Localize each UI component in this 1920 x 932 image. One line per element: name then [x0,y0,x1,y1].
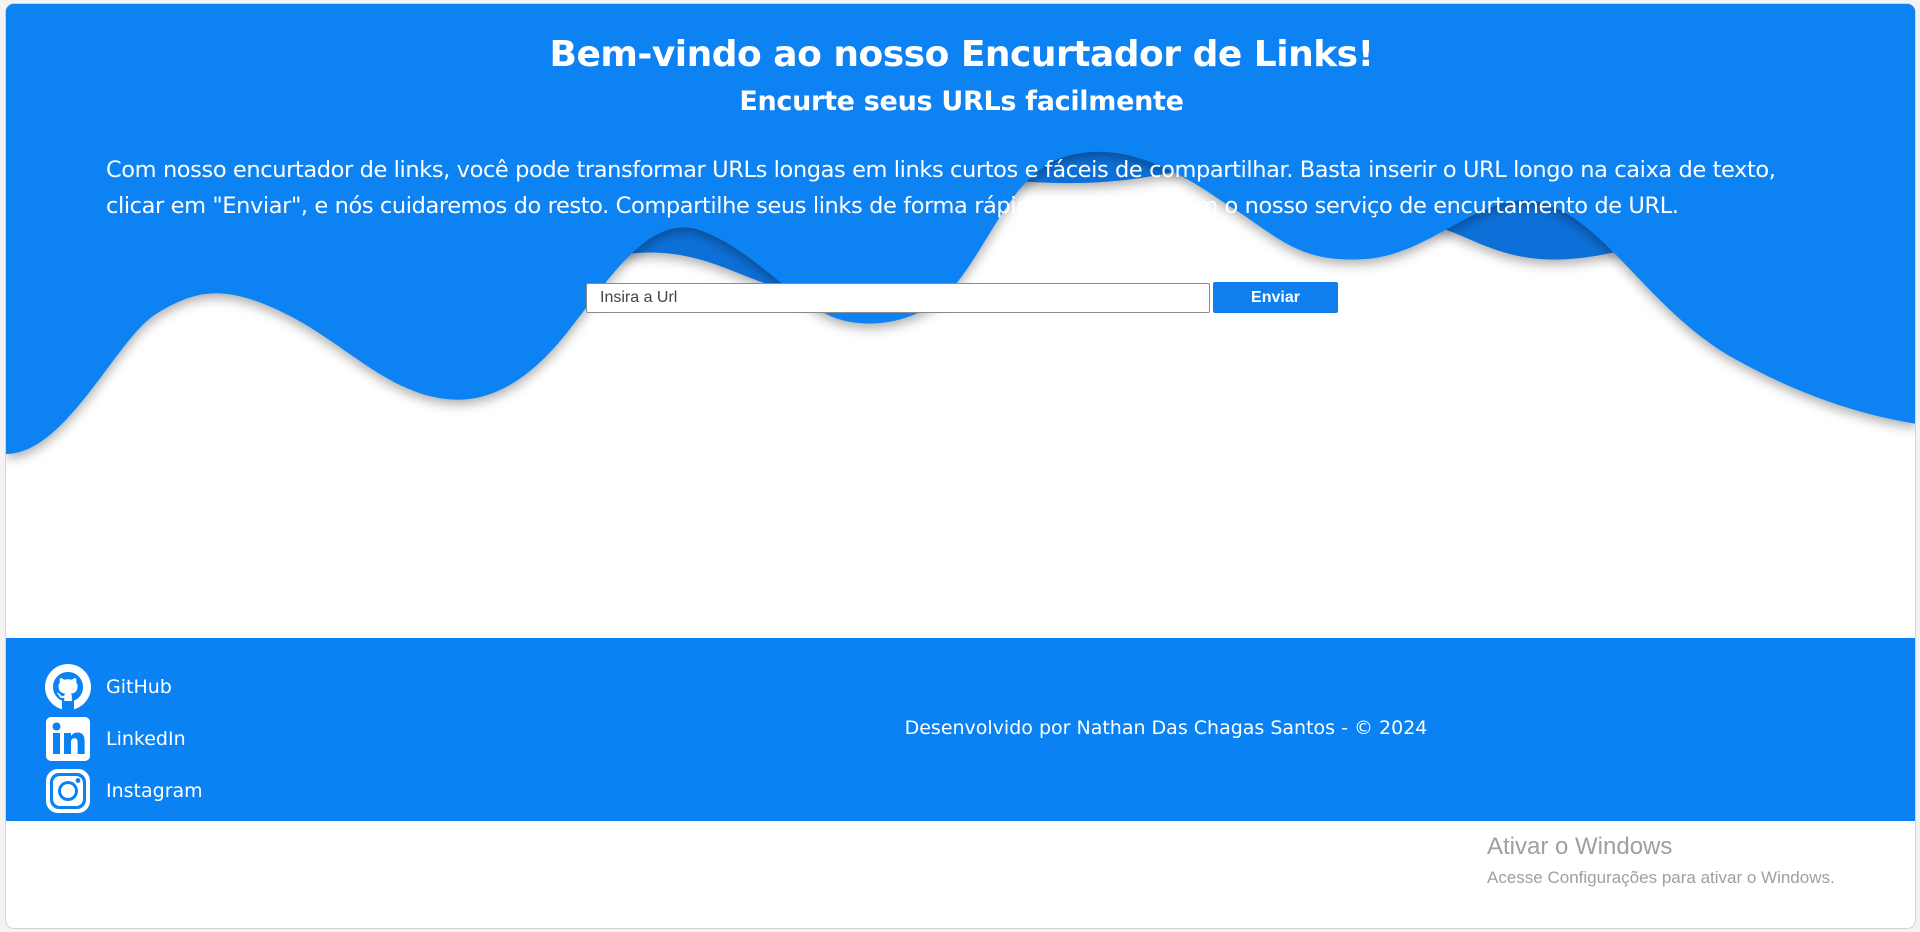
page-subtitle: Encurte seus URLs facilmente [739,86,1184,117]
hero-description: Com nosso encurtador de links, você pode… [106,157,1776,219]
credits-text: Desenvolvido por Nathan Das Chagas Santo… [904,717,1428,739]
instagram-icon [44,767,92,815]
github-label: GitHub [106,676,172,698]
windows-activation-watermark: Ativar o Windows Acesse Configurações pa… [1487,833,1835,888]
watermark-subtitle: Acesse Configurações para ativar o Windo… [1487,868,1835,887]
github-link[interactable]: GitHub [44,663,203,711]
browser-viewport: Bem-vindo ao nosso Encurtador de Links! … [5,3,1916,929]
footer-credits: Desenvolvido por Nathan Das Chagas Santo… [6,717,1915,739]
url-input[interactable] [586,282,1210,313]
send-button[interactable]: Enviar [1213,282,1338,313]
linkedin-icon [44,715,92,763]
social-links: GitHub LinkedIn Instagram [44,663,203,819]
hero-section: Bem-vindo ao nosso Encurtador de Links! … [6,4,1915,638]
watermark-title: Ativar o Windows [1487,833,1673,860]
instagram-link[interactable]: Instagram [44,767,203,815]
page-title: Bem-vindo ao nosso Encurtador de Links! [549,34,1374,75]
linkedin-link[interactable]: LinkedIn [44,715,203,763]
linkedin-label: LinkedIn [106,728,186,750]
site-footer: GitHub LinkedIn Instagram Desenvolvido p… [6,638,1915,821]
instagram-label: Instagram [106,780,203,802]
url-shortener-form: Enviar [586,282,1338,313]
github-icon [44,663,92,711]
